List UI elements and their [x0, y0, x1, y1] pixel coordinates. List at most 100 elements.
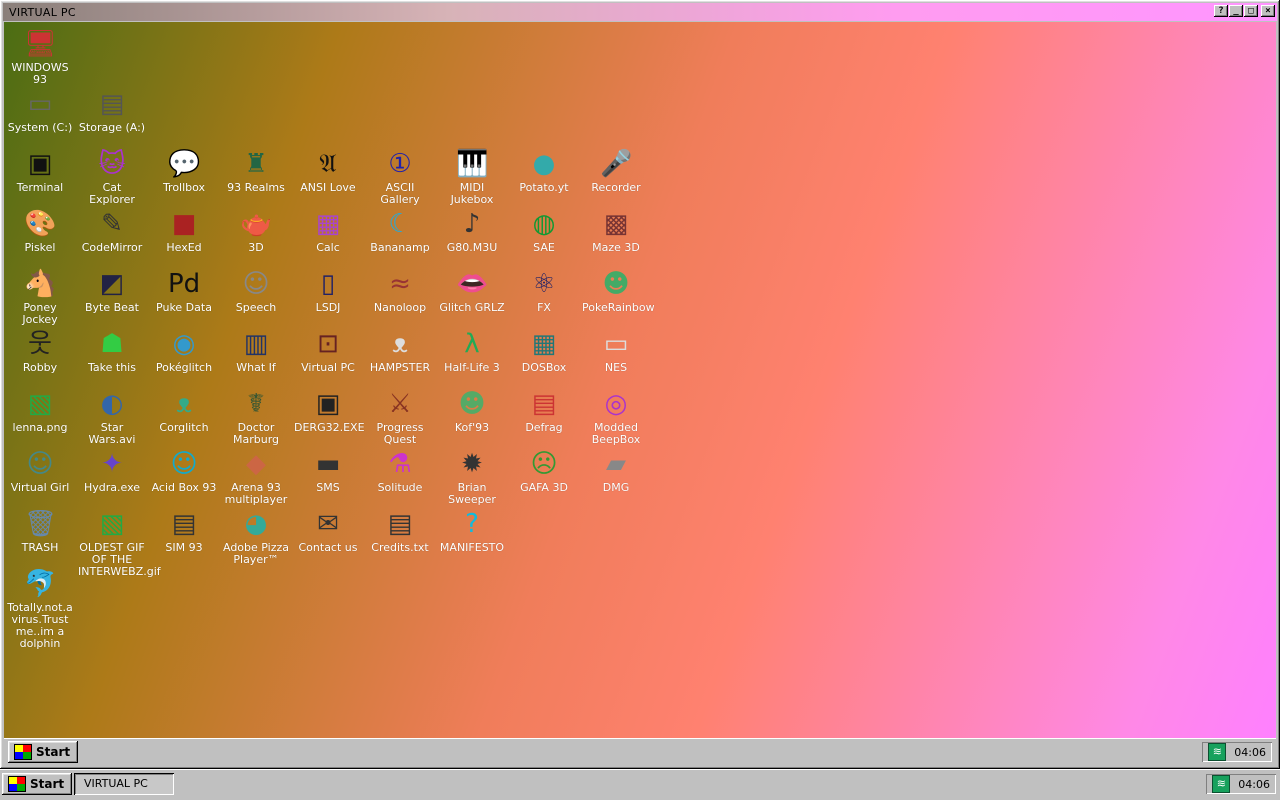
desktop-icon[interactable]: ① ASCII Gallery: [364, 148, 436, 206]
desktop-icon-label: Recorder: [591, 181, 641, 194]
girl-face-icon: ☺: [26, 449, 54, 479]
desktop-icon[interactable]: ☹ GAFA 3D: [508, 448, 580, 494]
ring-icon: ◎: [604, 389, 628, 419]
taskbar-item-virtual-pc[interactable]: VIRTUAL PC: [74, 773, 174, 795]
desktop-icon[interactable]: ▥ What If: [220, 328, 292, 374]
help-button[interactable]: ?: [1214, 5, 1228, 17]
window-titlebar[interactable]: VIRTUAL PC ? _ □ ×: [3, 3, 1277, 21]
desktop-icon[interactable]: ▭ NES: [580, 328, 652, 374]
desktop-icon[interactable]: ▩ Maze 3D: [580, 208, 652, 254]
desktop-icon[interactable]: ☻ PokeRainbow: [580, 268, 655, 314]
desktop-icon[interactable]: 🐱 Cat Explorer: [76, 148, 148, 206]
host-start-button[interactable]: Start: [2, 773, 73, 795]
palette-icon: 🎨: [24, 209, 57, 239]
desktop-icon[interactable]: ✎ CodeMirror: [76, 208, 148, 254]
desktop-icon[interactable]: ☗ Take this: [76, 328, 148, 374]
microphone-icon: 🎤: [600, 149, 633, 179]
desktop-icon[interactable]: ⚗ Solitude: [364, 448, 436, 494]
minimize-button[interactable]: _: [1229, 5, 1243, 17]
desktop-icon[interactable]: ▣ DERG32.EXE: [292, 388, 365, 434]
desktop-icon[interactable]: ◩ Byte Beat: [76, 268, 148, 314]
network-icon[interactable]: ≋: [1208, 743, 1227, 761]
desktop-icon[interactable]: ✹ Brian Sweeper: [436, 448, 508, 506]
desktop-icon[interactable]: ▰ DMG: [580, 448, 652, 494]
terminal-icon: ▣: [27, 149, 53, 179]
desktop-icon[interactable]: ▤ Credits.txt: [364, 508, 436, 554]
ball-icon: ◍: [532, 209, 556, 239]
desktop-icon-label: Totally.not.a virus.Trust me..im a dolph…: [7, 601, 73, 650]
desktop-icon-label: 93 Realms: [227, 181, 285, 194]
desktop-icon[interactable]: ▬ SMS: [292, 448, 364, 494]
desktop-icon[interactable]: ♜ 93 Realms: [220, 148, 292, 194]
desktop-icon[interactable]: 💬 Trollbox: [148, 148, 220, 194]
desktop-icon-label: What If: [236, 361, 276, 374]
desktop-icon[interactable]: ≈ Nanoloop: [364, 268, 436, 314]
desktop-icon-label: Potato.yt: [519, 181, 569, 194]
desktop-icon[interactable]: ▤ SIM 93: [148, 508, 220, 554]
inner-start-button[interactable]: Start: [8, 741, 79, 763]
pizza-icon: ◕: [244, 509, 268, 539]
desktop-icon[interactable]: ✦ Hydra.exe: [76, 448, 148, 494]
desktop-icon[interactable]: 🎹 MIDI Jukebox: [436, 148, 508, 206]
desktop-icon[interactable]: ▭ System (C:): [4, 88, 76, 134]
desktop-icon[interactable]: 🐬 Totally.not.a virus.Trust me..im a dolp…: [4, 568, 76, 650]
desktop-icon[interactable]: ◐ Star Wars.avi: [76, 388, 148, 446]
desktop-icon[interactable]: ■ HexEd: [148, 208, 220, 254]
inner-clock: 04:06: [1234, 745, 1266, 759]
desktop-icon[interactable]: ✉ Contact us: [292, 508, 364, 554]
desktop-icon[interactable]: ⊡ Virtual PC: [292, 328, 364, 374]
desktop-icon[interactable]: ▧ OLDEST GIF OF THE INTERWEBZ.gif: [76, 508, 161, 578]
desktop-icon[interactable]: λ Half-Life 3: [436, 328, 508, 374]
desktop-icon[interactable]: 𝔄 ANSI Love: [292, 148, 364, 194]
desktop-icon-label: Arena 93 multiplayer: [224, 481, 288, 506]
desktop-icon[interactable]: ● Potato.yt: [508, 148, 580, 194]
desktop-icon[interactable]: ⚔ Progress Quest: [364, 388, 436, 446]
desktop-icon[interactable]: ☺ Speech: [220, 268, 292, 314]
desktop-icon-label: LSDJ: [315, 301, 341, 314]
desktop-icon[interactable]: ☺ Virtual Girl: [4, 448, 76, 494]
desktop-icon-label: SAE: [533, 241, 555, 254]
desktop-icon[interactable]: ▦ DOSBox: [508, 328, 580, 374]
calculator-icon: ▦: [315, 209, 341, 239]
desktop-icon[interactable]: Pd Puke Data: [148, 268, 220, 314]
desktop-icon[interactable]: ☻ Kof'93: [436, 388, 508, 434]
desktop-icon[interactable]: 🖥 WINDOWS 93: [4, 28, 76, 86]
desktop-icon[interactable]: 🎤 Recorder: [580, 148, 652, 194]
maximize-button[interactable]: □: [1244, 5, 1258, 17]
desktop-icon[interactable]: 🫖 3D: [220, 208, 292, 254]
desktop-icon[interactable]: ☺ Acid Box 93: [148, 448, 220, 494]
desktop-icon[interactable]: ▦ Calc: [292, 208, 364, 254]
desktop-icon-label: Trollbox: [162, 181, 206, 194]
desktop-icon[interactable]: ◕ Adobe Pizza Player™: [220, 508, 292, 566]
corgi-icon: ᴥ: [176, 389, 192, 419]
desktop-icon[interactable]: ▣ Terminal: [4, 148, 76, 194]
chat-icon: 💬: [168, 149, 201, 179]
desktop-icon-label: FX: [537, 301, 551, 314]
desktop-icon[interactable]: 🎨 Piskel: [4, 208, 76, 254]
desktop-icon-label: MANIFESTO: [439, 541, 505, 554]
desktop-icon[interactable]: ▯ LSDJ: [292, 268, 364, 314]
network-icon[interactable]: ≋: [1212, 775, 1231, 793]
desktop-icon[interactable]: 웃 Robby: [4, 328, 76, 374]
desktop-icon[interactable]: ◉ Pokéglitch: [148, 328, 220, 374]
desktop-icon[interactable]: ☤ Doctor Marburg: [220, 388, 292, 446]
desktop-icon[interactable]: ▤ Storage (A:): [76, 88, 148, 134]
desktop-icon[interactable]: 👄 Glitch GRLZ: [436, 268, 508, 314]
desktop-icon[interactable]: ▧ lenna.png: [4, 388, 76, 434]
desktop-icon[interactable]: ⚛ FX: [508, 268, 580, 314]
desktop-icon[interactable]: ᴥ Corglitch: [148, 388, 220, 434]
desktop-icon[interactable]: ◎ Modded BeepBox: [580, 388, 652, 446]
desktop-icon[interactable]: ◍ SAE: [508, 208, 580, 254]
desktop-icon[interactable]: ▤ Defrag: [508, 388, 580, 434]
desktop-icon-label: lenna.png: [12, 421, 68, 434]
desktop-icon[interactable]: ♪ G80.M3U: [436, 208, 508, 254]
desktop-icon[interactable]: ◆ Arena 93 multiplayer: [220, 448, 292, 506]
close-button[interactable]: ×: [1261, 5, 1275, 17]
desktop-icon[interactable]: ᴥ HAMPSTER: [364, 328, 436, 374]
desktop-icon[interactable]: ☾ Bananamp: [364, 208, 436, 254]
desktop-icon[interactable]: 🐴 Poney Jockey: [4, 268, 76, 326]
desktop-icon[interactable]: 🗑 TRASH: [4, 508, 76, 554]
lips-icon: 👄: [456, 269, 489, 299]
desktop-icon[interactable]: ? MANIFESTO: [436, 508, 508, 554]
pd-icon: Pd: [168, 269, 201, 299]
